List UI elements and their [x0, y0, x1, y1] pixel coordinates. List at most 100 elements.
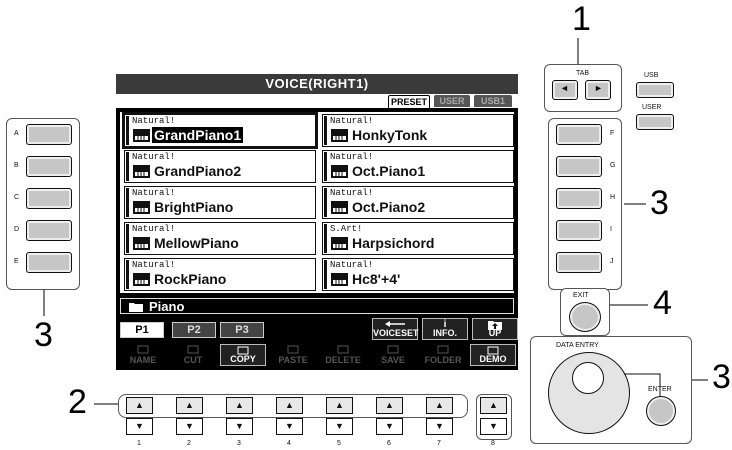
tab-label: TAB: [576, 70, 590, 77]
number-5-down-button[interactable]: ▼: [326, 418, 353, 435]
voice-category: Natural!: [330, 116, 374, 126]
number-2-down-button[interactable]: ▼: [176, 418, 203, 435]
voice-item[interactable]: Natural! Oct.Piano1: [322, 150, 514, 183]
tab-p1[interactable]: P1: [120, 322, 164, 338]
tab-user[interactable]: USER: [434, 95, 470, 107]
piano-icon: [133, 129, 150, 142]
voice-category: Natural!: [330, 188, 374, 198]
voice-item[interactable]: Natural! MellowPiano: [124, 222, 316, 255]
user-button[interactable]: [636, 114, 674, 130]
tab-usb1[interactable]: USB1: [474, 95, 512, 107]
tab-left-button[interactable]: ◄: [552, 80, 578, 100]
voice-item[interactable]: Natural! GrandPiano2: [124, 150, 316, 183]
number-3-down-button[interactable]: ▼: [226, 418, 253, 435]
voice-category: Natural!: [132, 188, 176, 198]
tab-p2[interactable]: P2: [172, 322, 216, 338]
voice-grid: Natural! GrandPiano1 Natural! HonkyTonk Natu…: [120, 112, 514, 293]
voice-marker: [126, 188, 129, 217]
fn-label: PASTE: [278, 355, 308, 365]
number-2-up-button[interactable]: ▲: [176, 397, 203, 414]
usb-button[interactable]: [636, 82, 674, 98]
number-7-down-button[interactable]: ▼: [426, 418, 453, 435]
side-button-c[interactable]: [26, 188, 72, 209]
side-button-g[interactable]: [556, 156, 602, 177]
voice-name: Hc8'+4': [352, 271, 401, 287]
side-button-a[interactable]: [26, 124, 72, 145]
voice-category: Natural!: [132, 116, 176, 126]
number-6-down-button[interactable]: ▼: [376, 418, 403, 435]
voice-item[interactable]: Natural! HonkyTonk: [322, 114, 514, 147]
voice-category: Natural!: [330, 152, 374, 162]
fn-copy[interactable]: COPY: [220, 344, 266, 366]
arrow-left-icon: ◄: [560, 83, 569, 93]
fn-folder[interactable]: FOLDER: [420, 344, 466, 366]
voice-item[interactable]: Natural! RockPiano: [124, 258, 316, 291]
number-2-label: 2: [187, 440, 191, 447]
fn-label: DEMO: [479, 354, 507, 364]
fn-cut[interactable]: CUT: [170, 344, 216, 366]
user-label: USER: [642, 104, 662, 111]
voice-name: BrightPiano: [154, 199, 234, 215]
voice-item[interactable]: S.Art! Harpsichord: [322, 222, 514, 255]
voice-category: Natural!: [132, 224, 176, 234]
voice-category: Natural!: [132, 260, 176, 270]
folder-name: Piano: [149, 299, 185, 314]
side-label-h: H: [610, 194, 616, 201]
number-3-up-button[interactable]: ▲: [226, 397, 253, 414]
side-button-h[interactable]: [556, 188, 602, 209]
voice-name: RockPiano: [154, 271, 227, 287]
exit-button[interactable]: [569, 302, 601, 332]
voice-name: Harpsichord: [352, 235, 435, 251]
tab-right-button[interactable]: ►: [585, 80, 611, 100]
voice-marker: [324, 260, 327, 289]
fn-save[interactable]: SAVE: [370, 344, 416, 366]
voice-item[interactable]: Natural! GrandPiano1: [124, 114, 316, 147]
voice-category: Natural!: [132, 152, 176, 162]
side-label-i: I: [610, 226, 612, 233]
fn-up[interactable]: UP: [472, 318, 518, 340]
number-4-down-button[interactable]: ▼: [276, 418, 303, 435]
piano-icon: [331, 165, 348, 178]
voice-item[interactable]: Natural! Hc8'+4': [322, 258, 514, 291]
voice-marker: [126, 152, 129, 181]
side-button-j[interactable]: [556, 252, 602, 273]
voice-name: Oct.Piano2: [352, 199, 426, 215]
side-button-e[interactable]: [26, 252, 72, 273]
voice-name: MellowPiano: [154, 235, 239, 251]
number-7-up-button[interactable]: ▲: [426, 397, 453, 414]
fn-label: SAVE: [381, 355, 405, 365]
side-button-i[interactable]: [556, 220, 602, 241]
number-5-label: 5: [337, 440, 341, 447]
voice-marker: [324, 152, 327, 181]
fn-info[interactable]: i INFO.: [422, 318, 468, 340]
side-button-f[interactable]: [556, 124, 602, 145]
number-1-up-button[interactable]: ▲: [126, 397, 153, 414]
voice-category: Natural!: [330, 260, 374, 270]
number-4-up-button[interactable]: ▲: [276, 397, 303, 414]
voice-item[interactable]: Natural! BrightPiano: [124, 186, 316, 219]
fn-demo[interactable]: DEMO: [470, 344, 516, 366]
side-button-d[interactable]: [26, 220, 72, 241]
tab-preset[interactable]: PRESET: [388, 95, 430, 109]
side-label-e: E: [14, 258, 19, 265]
number-5-up-button[interactable]: ▲: [326, 397, 353, 414]
fn-paste[interactable]: PASTE: [270, 344, 316, 366]
side-label-b: B: [14, 162, 19, 169]
fn-voiceset[interactable]: VOICESET: [372, 318, 419, 340]
voice-item[interactable]: Natural! Oct.Piano2: [322, 186, 514, 219]
voice-marker: [324, 188, 327, 217]
side-button-b[interactable]: [26, 156, 72, 177]
number-1-down-button[interactable]: ▼: [126, 418, 153, 435]
fn-label: INFO.: [433, 328, 457, 338]
piano-icon: [133, 165, 150, 178]
number-6-up-button[interactable]: ▲: [376, 397, 403, 414]
lcd-screen: VOICE(RIGHT1) PRESET USER USB1 Natural! G…: [116, 74, 518, 370]
side-label-d: D: [14, 226, 20, 233]
enter-button[interactable]: [646, 396, 676, 426]
usb-label: USB: [644, 72, 659, 79]
tab-p3[interactable]: P3: [220, 322, 264, 338]
fn-delete[interactable]: DELETE: [320, 344, 366, 366]
voice-name: Oct.Piano1: [352, 163, 426, 179]
side-label-c: C: [14, 194, 20, 201]
fn-name[interactable]: NAME: [120, 344, 166, 366]
